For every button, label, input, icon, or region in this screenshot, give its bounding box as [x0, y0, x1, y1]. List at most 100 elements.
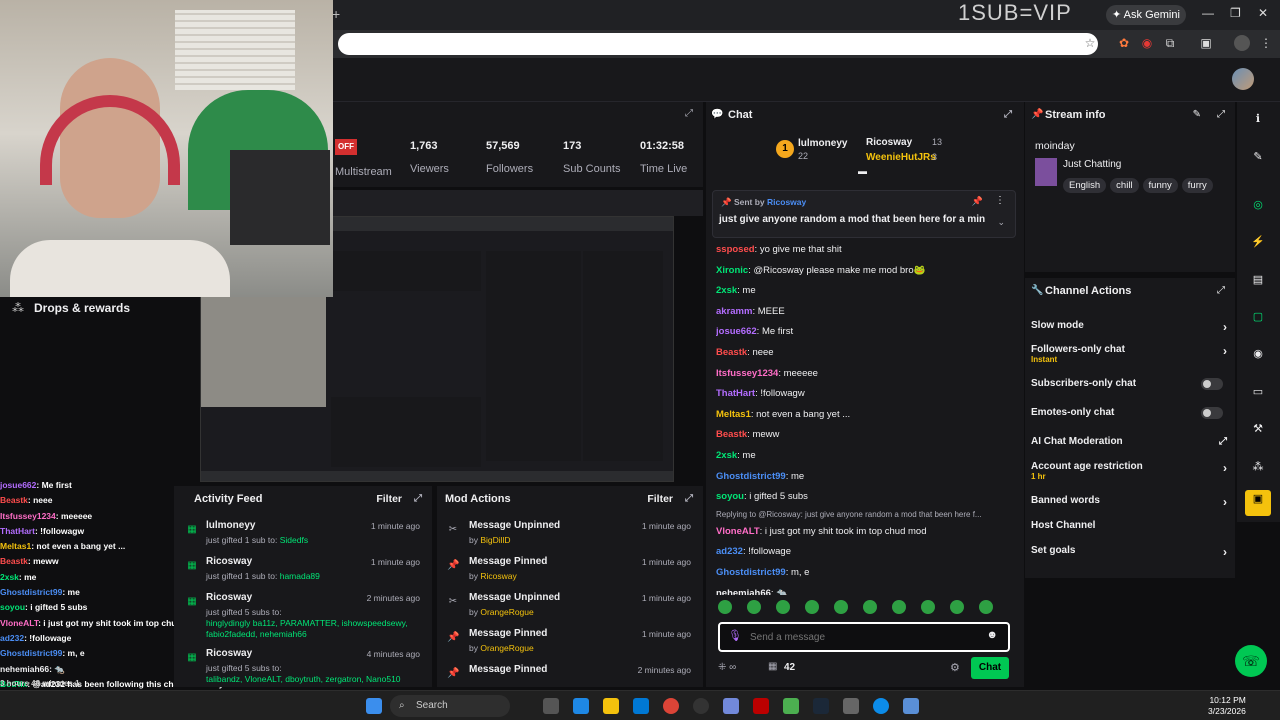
- chat-message[interactable]: Beastk: neee: [716, 343, 1016, 364]
- mod-action-item[interactable]: 📌 Message Pinned by Ricosway 1 minute ago: [437, 556, 703, 592]
- channel-action-item[interactable]: Slow mode ›: [1031, 320, 1231, 334]
- target-icon[interactable]: ◎: [1249, 196, 1267, 214]
- leaderboard-user-2[interactable]: Ricosway: [866, 137, 912, 148]
- mod-action-moderator[interactable]: BigDillD: [480, 535, 510, 545]
- pinned-menu-icon[interactable]: ⋮: [995, 195, 1005, 206]
- chat-message[interactable]: 2xsk: me: [716, 446, 1016, 467]
- nodes-icon[interactable]: ⁂: [1249, 458, 1267, 476]
- channel-action-item[interactable]: Emotes-only chat: [1031, 407, 1231, 419]
- extensions-puzzle-icon[interactable]: ⧉: [1162, 35, 1178, 51]
- chat-message[interactable]: nehemiah66: 🐀: [716, 584, 1016, 596]
- chevron-right-icon[interactable]: ›: [1223, 320, 1227, 334]
- discord-icon[interactable]: [723, 698, 739, 714]
- stream-tag[interactable]: English: [1063, 178, 1107, 193]
- bookmark-star-icon[interactable]: ☆: [1082, 35, 1098, 51]
- multistream-label[interactable]: Multistream: [335, 166, 392, 178]
- chat-username[interactable]: 2xsk: [716, 450, 737, 461]
- mod-action-moderator[interactable]: Ricosway: [480, 571, 516, 581]
- emote[interactable]: [863, 600, 877, 614]
- chat-message[interactable]: Beastk: meww: [716, 425, 1016, 446]
- mod-popout-icon[interactable]: ⤢: [685, 486, 693, 512]
- support-chat-button[interactable]: ☏: [1235, 645, 1267, 677]
- activity-popout-icon[interactable]: ⤢: [414, 486, 422, 512]
- leaderboard-expand-icon[interactable]: ▬: [858, 166, 867, 176]
- chat-username[interactable]: Ghostdistrict99: [716, 471, 786, 482]
- message-icon[interactable]: ▢: [1249, 308, 1267, 326]
- send-chat-button[interactable]: Chat: [971, 657, 1009, 679]
- chat-username[interactable]: Xironic: [716, 265, 748, 276]
- mail-app-icon[interactable]: [573, 698, 589, 714]
- taskbar-search[interactable]: ⌕ Search: [390, 695, 510, 717]
- document-icon[interactable]: ▤: [1249, 271, 1267, 289]
- chat-message[interactable]: Ghostdistrict99: me: [716, 467, 1016, 488]
- settings-icon[interactable]: [843, 698, 859, 714]
- edge-icon[interactable]: [873, 698, 889, 714]
- activity-user[interactable]: Ricosway: [206, 592, 252, 603]
- mod-filter-button[interactable]: Filter: [647, 486, 673, 512]
- activity-recipients[interactable]: talibandz, VloneALT, dboytruth, zergatro…: [206, 674, 401, 684]
- pinned-expand-icon[interactable]: ⌄: [997, 217, 1005, 228]
- file-explorer-icon[interactable]: [603, 698, 619, 714]
- steam-icon[interactable]: [813, 698, 829, 714]
- channel-action-item[interactable]: Set goals ›: [1031, 545, 1231, 559]
- activity-recipients[interactable]: Sidedfs: [280, 535, 308, 545]
- new-tab-button[interactable]: +: [332, 6, 340, 22]
- mod-action-item[interactable]: ✂ Message Unpinned by BigDillD 1 minute ago: [437, 520, 703, 556]
- tool-icon[interactable]: ⚒: [1249, 420, 1267, 438]
- emote[interactable]: [718, 600, 732, 614]
- monitor-icon[interactable]: ▭: [1249, 383, 1267, 401]
- microphone-icon[interactable]: 🎙: [728, 629, 742, 642]
- broadcast-icon[interactable]: ◉: [1249, 345, 1267, 363]
- mod-action-moderator[interactable]: OrangeRogue: [480, 643, 533, 653]
- mod-action-moderator[interactable]: OrangeRogue: [480, 607, 533, 617]
- leaderboard-user-3[interactable]: WeenieHutJRs: [866, 152, 936, 163]
- chevron-right-icon[interactable]: ›: [1223, 344, 1227, 358]
- chat-username[interactable]: 2xsk: [716, 285, 737, 296]
- chat-message[interactable]: ThatHart: !followagw: [716, 384, 1016, 405]
- maximize-button[interactable]: ❐: [1230, 6, 1241, 20]
- activity-recipients[interactable]: hinglydingly ba11z, PARAMATTER, ishowspe…: [206, 618, 408, 639]
- chat-message[interactable]: akramm: MEEE: [716, 302, 1016, 323]
- profile-icon[interactable]: [1234, 35, 1250, 51]
- activity-item[interactable]: ▦ Ricosway just gifted 5 subs to: hinglydin…: [174, 592, 432, 642]
- edit-icon[interactable]: ✎: [1193, 109, 1201, 120]
- chat-username[interactable]: akramm: [716, 306, 752, 317]
- drops-rewards[interactable]: ⁂ Drops & rewards: [0, 297, 180, 321]
- obs-icon[interactable]: [693, 698, 709, 714]
- chat-username[interactable]: Ghostdistrict99: [716, 567, 786, 578]
- channel-action-item[interactable]: Host Channel: [1031, 520, 1231, 531]
- chat-message[interactable]: VloneALT: i just got my shit took im top…: [716, 522, 1016, 543]
- address-bar[interactable]: [338, 33, 1098, 55]
- mod-action-item[interactable]: 📌 Message Pinned by OrangeRogue 1 minute ag…: [437, 628, 703, 664]
- photos-icon[interactable]: [903, 698, 919, 714]
- minimize-button[interactable]: —: [1202, 6, 1214, 20]
- leaderboard-user-1[interactable]: lulmoneyy: [798, 138, 847, 149]
- chevron-right-icon[interactable]: ›: [1223, 495, 1227, 509]
- chat-username[interactable]: Itsfussey1234: [716, 368, 778, 379]
- opera-extension-icon[interactable]: ◉: [1139, 35, 1155, 51]
- task-view-icon[interactable]: [543, 698, 559, 714]
- channel-points-icon[interactable]: ⁜ ∞: [718, 662, 736, 673]
- stream-tag[interactable]: funny: [1142, 178, 1178, 193]
- chat-username[interactable]: ThatHart: [716, 388, 755, 399]
- activity-filter-button[interactable]: Filter: [376, 486, 402, 512]
- pen-icon[interactable]: ✎: [1249, 148, 1267, 166]
- activity-user[interactable]: lulmoneyy: [206, 520, 255, 531]
- taskbar-clock[interactable]: 10:12 PM 3/23/2026: [1208, 695, 1246, 717]
- category-thumbnail[interactable]: [1035, 158, 1057, 186]
- chat-message[interactable]: Ghostdistrict99: m, e: [716, 563, 1016, 584]
- emote[interactable]: [892, 600, 906, 614]
- chat-message[interactable]: 2xsk: me: [716, 281, 1016, 302]
- adobe-icon[interactable]: [753, 698, 769, 714]
- chat-username[interactable]: Beastk: [716, 429, 747, 440]
- chat-message[interactable]: Itsfussey1234: meeeee: [716, 364, 1016, 385]
- chrome-icon[interactable]: [663, 698, 679, 714]
- channel-action-item[interactable]: Banned words ›: [1031, 495, 1231, 509]
- chat-popout-icon[interactable]: ⤢: [1004, 102, 1012, 128]
- mod-action-item[interactable]: ✂ Message Unpinned by OrangeRogue 1 minute …: [437, 592, 703, 628]
- activity-item[interactable]: ▦ lulmoneyy just gifted 1 sub to: Sidedfs 1…: [174, 520, 432, 556]
- extension-icon[interactable]: ✿: [1116, 35, 1132, 51]
- activity-recipients[interactable]: hamada89: [280, 571, 320, 581]
- chat-username[interactable]: VloneALT: [716, 526, 760, 537]
- popout-icon[interactable]: ⤢: [685, 108, 693, 119]
